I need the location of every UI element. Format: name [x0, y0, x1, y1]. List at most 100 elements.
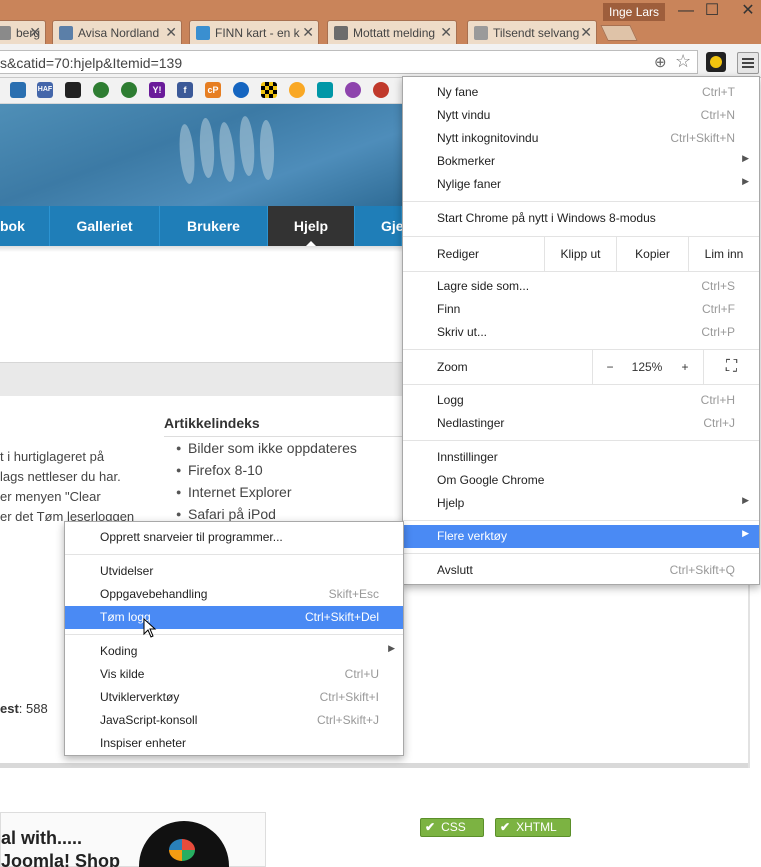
promo-banner[interactable]: al with..... Joomla! Shop: [0, 812, 266, 867]
globe-icon[interactable]: [233, 82, 249, 98]
address-bar[interactable]: s&catid=70:hjelp&Itemid=139 ⊕ ☆: [0, 50, 698, 74]
menu-separator: [403, 384, 759, 385]
menu-item-incognito[interactable]: Nytt inkognitovindu Ctrl+Skift+N: [403, 127, 759, 150]
close-tab-icon[interactable]: ✕: [29, 24, 41, 41]
chrome-menu-button[interactable]: [737, 52, 759, 74]
submenu-item-view-source[interactable]: Vis kilde Ctrl+U: [65, 663, 403, 686]
sun-icon[interactable]: [345, 82, 361, 98]
copy-button[interactable]: Kopier: [616, 237, 688, 271]
close-tab-icon[interactable]: ✕: [302, 24, 314, 41]
menu-item-label: Ny fane: [437, 85, 479, 99]
fullscreen-icon[interactable]: ⛶: [703, 350, 759, 384]
extension-icon[interactable]: [706, 52, 726, 72]
tab-mottatt-melding[interactable]: Mottatt melding ✕: [327, 20, 457, 44]
paste-button[interactable]: Lim inn: [688, 237, 759, 271]
close-window-button[interactable]: ✕: [735, 1, 761, 21]
article-link[interactable]: Safari på iPod: [176, 506, 276, 522]
menu-item-print[interactable]: Skriv ut... Ctrl+P: [403, 321, 759, 344]
submenu-item-js-console[interactable]: JavaScript-konsoll Ctrl+Skift+J: [65, 709, 403, 732]
user-profile-button[interactable]: Inge Lars: [603, 3, 666, 21]
menu-item-about[interactable]: Om Google Chrome: [403, 469, 759, 492]
article-link-label[interactable]: Bilder som ikke oppdateres: [188, 440, 357, 456]
puzzle-icon[interactable]: [10, 82, 26, 98]
menu-item-bookmarks[interactable]: Bokmerker ▶: [403, 150, 759, 173]
tab-finn-kart[interactable]: FINN kart - en k ✕: [189, 20, 319, 44]
zoom-in-button[interactable]: +: [667, 350, 703, 384]
submenu-arrow-icon: ▶: [742, 176, 749, 186]
close-tab-icon[interactable]: ✕: [440, 24, 452, 41]
bulb-icon[interactable]: [289, 82, 305, 98]
menu-item-shortcut: Skift+Esc: [328, 587, 379, 601]
menu-item-settings[interactable]: Innstillinger: [403, 446, 759, 469]
nav-item-hjelp[interactable]: Hjelp: [268, 206, 355, 246]
xhtml-valid-badge[interactable]: ✔ XHTML: [495, 818, 571, 837]
menu-item-label: Finn: [437, 302, 461, 316]
tab-tilsendt-selvang[interactable]: Tilsendt selvang ✕: [467, 20, 597, 44]
submenu-item-encoding[interactable]: Koding ▶: [65, 640, 403, 663]
menu-item-relaunch-win8[interactable]: Start Chrome på nytt i Windows 8-modus: [403, 207, 759, 230]
article-link[interactable]: Firefox 8-10: [176, 462, 263, 478]
chat-icon[interactable]: [121, 82, 137, 98]
submenu-item-clear-history[interactable]: Tøm logg Ctrl+Skift+Del: [65, 606, 403, 629]
article-link-label[interactable]: Firefox 8-10: [188, 462, 263, 478]
menu-item-downloads[interactable]: Nedlastinger Ctrl+J: [403, 412, 759, 435]
nav-item-bok[interactable]: bok: [0, 206, 50, 246]
menu-item-help[interactable]: Hjelp ▶: [403, 492, 759, 515]
hits-label: est: [0, 701, 19, 716]
menu-item-shortcut: Ctrl+J: [703, 416, 735, 430]
title-bar: berg ✕ Avisa Nordland ✕ FINN kart - en k…: [0, 0, 761, 44]
close-tab-icon[interactable]: ✕: [165, 24, 177, 41]
submenu-item-task-manager[interactable]: Oppgavebehandling Skift+Esc: [65, 583, 403, 606]
nav-item-galleriet[interactable]: Galleriet: [50, 206, 160, 246]
badge-label: XHTML: [516, 820, 557, 834]
tab-berg[interactable]: berg ✕: [0, 20, 46, 44]
cut-button[interactable]: Klipp ut: [544, 237, 616, 271]
menu-separator: [403, 520, 759, 521]
menu-item-shortcut: Ctrl+Skift+I: [319, 690, 379, 704]
article-link-label[interactable]: Safari på iPod: [188, 506, 276, 522]
divider: [0, 763, 748, 768]
minimize-button[interactable]: —: [673, 1, 699, 21]
joomla-icon[interactable]: [65, 82, 81, 98]
tab-avisa-nordland[interactable]: Avisa Nordland ✕: [52, 20, 182, 44]
menu-item-history[interactable]: Logg Ctrl+H: [403, 389, 759, 412]
url-text[interactable]: s&catid=70:hjelp&Itemid=139: [0, 55, 182, 71]
menu-item-new-tab[interactable]: Ny fane Ctrl+T: [403, 81, 759, 104]
grid-icon[interactable]: [317, 82, 333, 98]
chat-icon[interactable]: [93, 82, 109, 98]
menu-item-exit[interactable]: Avslutt Ctrl+Skift+Q: [403, 559, 759, 582]
menu-item-shortcut: Ctrl+Skift+Del: [304, 610, 379, 624]
window-icon: [334, 25, 348, 40]
menu-item-save-page[interactable]: Lagre side som... Ctrl+S: [403, 275, 759, 298]
submenu-item-extensions[interactable]: Utvidelser: [65, 560, 403, 583]
new-tab-button[interactable]: [600, 25, 638, 41]
menu-item-more-tools[interactable]: Flere verktøy ▶: [403, 525, 759, 548]
maximize-button[interactable]: ☐: [699, 1, 725, 21]
menu-item-find[interactable]: Finn Ctrl+F: [403, 298, 759, 321]
banner-decoration: [198, 117, 216, 179]
hamburger-line: [742, 62, 754, 64]
submenu-item-inspect-devices[interactable]: Inspiser enheter: [65, 732, 403, 755]
cpanel-icon[interactable]: cP: [205, 82, 221, 98]
menu-separator: [403, 271, 759, 272]
close-tab-icon[interactable]: ✕: [580, 24, 592, 41]
haf-icon[interactable]: HAF: [37, 82, 53, 98]
yahoo-icon[interactable]: Y!: [149, 82, 165, 98]
nav-item-brukere[interactable]: Brukere: [160, 206, 268, 246]
menu-item-new-window[interactable]: Nytt vindu Ctrl+N: [403, 104, 759, 127]
css-valid-badge[interactable]: ✔ CSS: [420, 818, 484, 837]
bookmark-star-icon[interactable]: ☆: [675, 51, 691, 72]
zoom-icon[interactable]: ⊕: [654, 53, 667, 71]
submenu-item-create-shortcuts[interactable]: Opprett snarveier til programmer...: [65, 526, 403, 549]
article-link-label[interactable]: Internet Explorer: [188, 484, 292, 500]
submenu-item-developer-tools[interactable]: Utviklerverktøy Ctrl+Skift+I: [65, 686, 403, 709]
article-link[interactable]: Bilder som ikke oppdateres: [176, 440, 357, 456]
zoom-out-button[interactable]: −: [592, 350, 627, 384]
menu-item-recent-tabs[interactable]: Nylige faner ▶: [403, 173, 759, 196]
nav-item-gje[interactable]: Gje: [355, 206, 404, 246]
facebook-icon[interactable]: f: [177, 82, 193, 98]
checker-icon[interactable]: [261, 82, 277, 98]
menu-separator: [403, 440, 759, 441]
article-link[interactable]: Internet Explorer: [176, 484, 292, 500]
flag-icon[interactable]: [373, 82, 389, 98]
